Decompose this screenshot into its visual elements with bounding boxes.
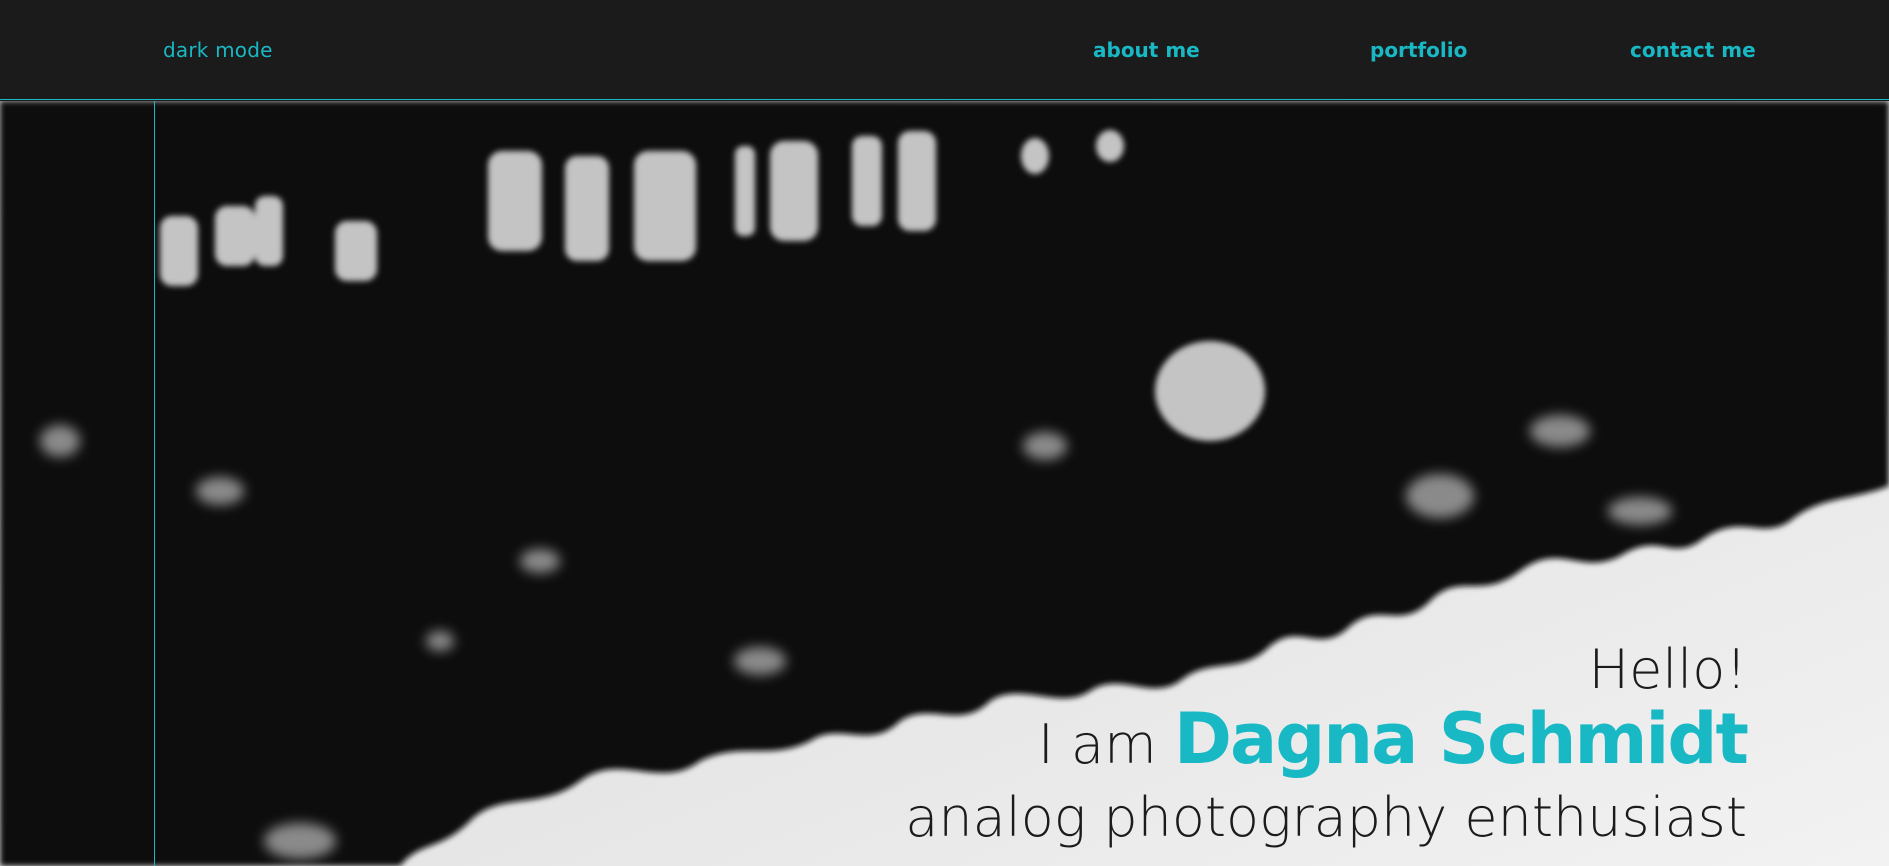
hero-tagline: analog photography enthusiast	[905, 786, 1747, 849]
top-navbar: dark mode about me portfolio contact me	[0, 0, 1889, 100]
hero-section: Hello! I am Dagna Schmidt analog photogr…	[0, 101, 1889, 866]
hero-intro-line: I am Dagna Schmidt	[905, 702, 1749, 782]
nav-portfolio-link[interactable]: portfolio	[1370, 38, 1467, 62]
nav-contact-me-link[interactable]: contact me	[1630, 38, 1756, 62]
hero-greeting: Hello!	[1588, 638, 1747, 701]
vertical-accent-line	[154, 101, 155, 866]
nav-about-me-link[interactable]: about me	[1093, 38, 1200, 62]
hero-intro: Hello! I am Dagna Schmidt analog photogr…	[905, 638, 1749, 854]
hero-intro-prefix: I am	[1037, 713, 1157, 776]
hero-name: Dagna Schmidt	[1173, 698, 1749, 780]
page: dark mode about me portfolio contact me	[0, 0, 1889, 866]
dark-mode-toggle[interactable]: dark mode	[163, 38, 273, 62]
